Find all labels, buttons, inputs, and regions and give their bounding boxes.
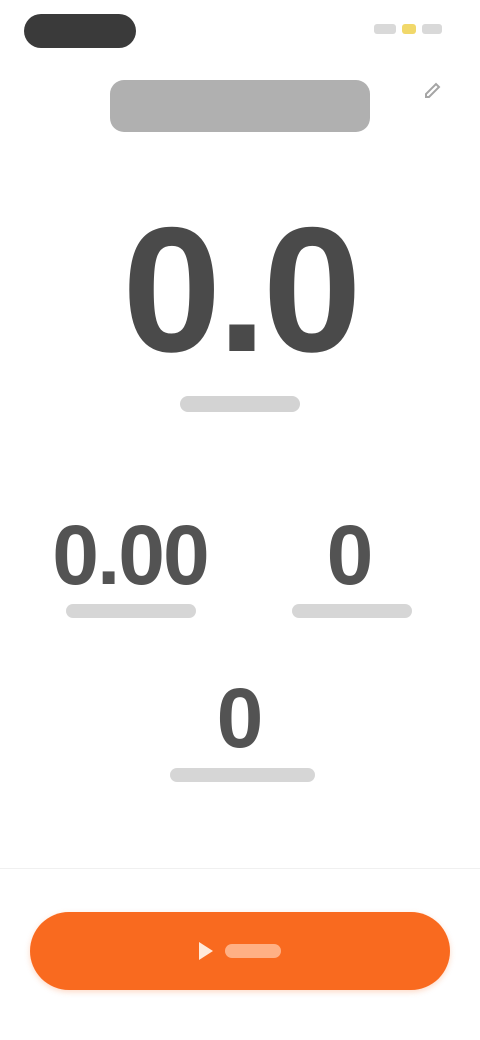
wifi-icon	[402, 24, 416, 34]
page-title	[110, 80, 370, 132]
stat-label-bottom	[170, 768, 315, 782]
main-metric-value: 0.0	[122, 190, 361, 389]
stat-value-right: 0	[326, 508, 374, 602]
status-icons	[374, 24, 442, 34]
divider	[0, 868, 480, 869]
play-icon	[199, 942, 213, 960]
status-time-pill	[24, 14, 136, 48]
stat-value-left: 0.00	[52, 508, 210, 602]
signal-icon	[374, 24, 396, 34]
status-bar	[0, 0, 480, 60]
header	[0, 72, 480, 142]
edit-icon[interactable]	[422, 80, 444, 102]
stat-value-bottom: 0	[216, 671, 264, 765]
start-button[interactable]	[30, 912, 450, 990]
battery-icon	[422, 24, 442, 34]
main-metric-label	[180, 396, 300, 412]
stat-label-right	[292, 604, 412, 618]
stat-label-left	[66, 604, 196, 618]
start-button-label	[225, 944, 281, 958]
